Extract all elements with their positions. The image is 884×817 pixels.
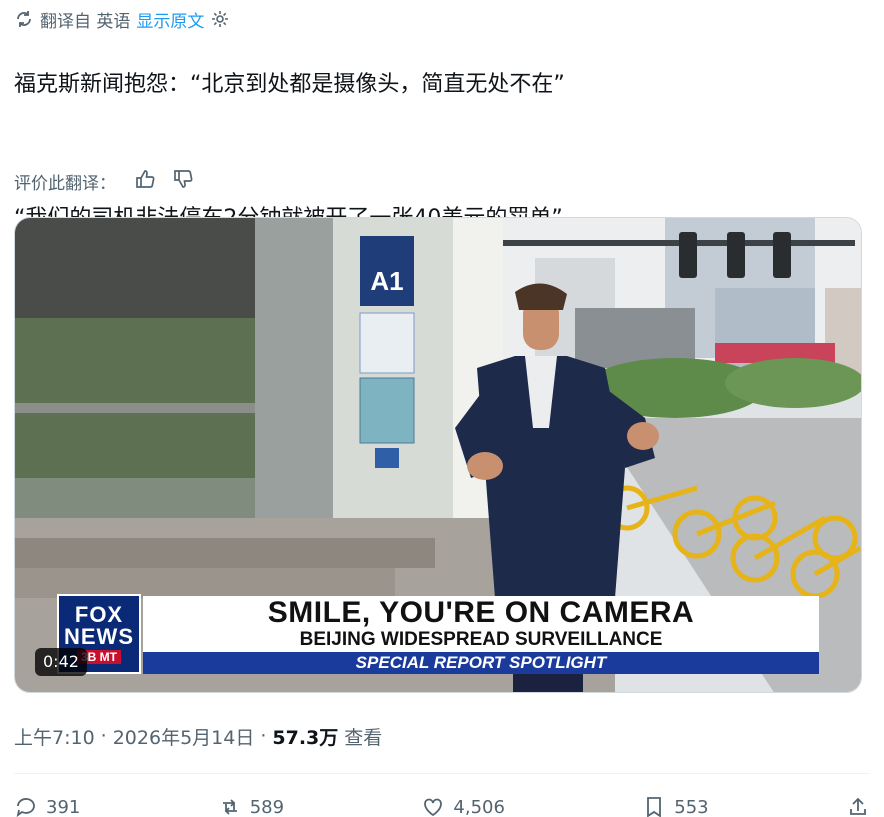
- gear-icon[interactable]: [210, 9, 230, 29]
- bookmark-button[interactable]: 553: [642, 795, 709, 817]
- video-player[interactable]: A1 FOX NEWS 3B MT SMILE, YOU'RE ON CAMER…: [14, 217, 862, 693]
- repost-button[interactable]: 589: [218, 795, 284, 817]
- meta-separator: ·: [100, 725, 107, 747]
- tweet-time[interactable]: 上午7:10: [14, 723, 95, 750]
- reply-icon: [14, 795, 38, 817]
- divider: [14, 773, 870, 774]
- repost-icon: [218, 795, 242, 817]
- reply-button[interactable]: 391: [14, 795, 80, 817]
- views-label: 查看: [344, 726, 383, 749]
- tweet-meta: 上午7:10 · 2026年5月14日 · 57.3万 查看: [14, 722, 382, 750]
- translated-from-label: 翻译自 英语: [40, 11, 131, 32]
- bookmark-count: 553: [674, 796, 709, 817]
- translate-icon: [14, 9, 34, 29]
- rate-translation-label: 评价此翻译：: [14, 173, 116, 194]
- video-duration-badge: 0:42: [35, 648, 87, 676]
- share-icon: [846, 795, 870, 817]
- video-headline: SMILE, YOU'RE ON CAMERA: [267, 596, 695, 629]
- action-bar: 391 589 4,506 553: [14, 792, 870, 817]
- special-report-label: SPECIAL REPORT SPOTLIGHT: [345, 653, 617, 673]
- repost-count: 589: [249, 796, 285, 817]
- headline-banner: SMILE, YOU'RE ON CAMERA BEIJING WIDESPRE…: [143, 596, 819, 652]
- station-sign: A1: [370, 266, 403, 296]
- meta-separator: ·: [260, 725, 267, 747]
- views-count: 57.3万: [272, 726, 339, 749]
- thumbs-down-icon[interactable]: [172, 168, 194, 195]
- show-original-link[interactable]: 显示原文: [136, 7, 204, 32]
- share-button[interactable]: [846, 795, 870, 817]
- reply-count: 391: [46, 796, 81, 817]
- rate-translation-row: 评价此翻译：: [14, 168, 194, 195]
- like-button[interactable]: 4,506: [421, 795, 505, 817]
- like-icon: [421, 795, 445, 817]
- special-report-strip: SPECIAL REPORT SPOTLIGHT: [143, 652, 819, 674]
- tweet-line-1: 福克斯新闻抱怨：“北京到处都是摄像头，简直无处不在”: [14, 72, 565, 97]
- thumbs-up-icon[interactable]: [134, 168, 156, 195]
- bookmark-icon: [642, 795, 666, 817]
- video-subheadline: BEIJING WIDESPREAD SURVEILLANCE: [299, 629, 663, 650]
- tweet-date[interactable]: 2026年5月14日: [113, 723, 255, 750]
- translation-bar: 翻译自 英语 显示原文: [14, 7, 230, 32]
- lower-third-banner: FOX NEWS 3B MT SMILE, YOU'RE ON CAMERA B…: [57, 594, 819, 674]
- like-count: 4,506: [453, 796, 505, 817]
